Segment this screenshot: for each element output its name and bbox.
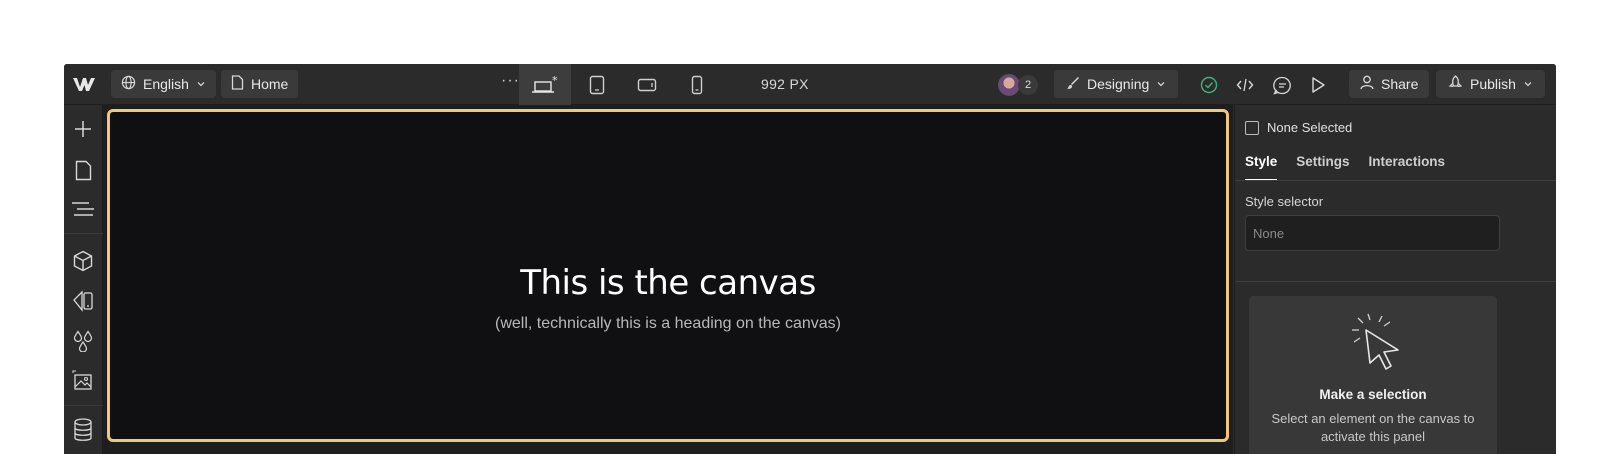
pages-icon[interactable]: [71, 158, 95, 182]
divider: [64, 233, 103, 234]
locale-dropdown[interactable]: English: [111, 70, 216, 98]
canvas-subheading[interactable]: (well, technically this is a heading on …: [495, 315, 841, 333]
style-manager-icon[interactable]: [71, 289, 95, 313]
locale-label: English: [143, 76, 189, 92]
top-bar: English Home ··· * 992 PX 2 Designing Sh…: [64, 64, 1556, 105]
style-selector-label: Style selector: [1245, 194, 1324, 209]
mode-label: Designing: [1087, 76, 1150, 92]
breakpoint-desktop-button[interactable]: *: [519, 64, 571, 105]
mode-dropdown[interactable]: Designing: [1054, 70, 1179, 98]
more-options-button[interactable]: ···: [501, 72, 520, 90]
check-circle-icon[interactable]: [1199, 75, 1219, 95]
collaborators[interactable]: 2: [998, 71, 1038, 99]
cms-database-icon[interactable]: [71, 418, 95, 442]
designer-app: English Home ··· * 992 PX 2 Designing Sh…: [64, 64, 1556, 454]
assets-image-icon[interactable]: [71, 369, 95, 393]
collaborator-count: 2: [1018, 75, 1038, 95]
divider: [64, 405, 103, 406]
style-selector-input[interactable]: None: [1245, 215, 1500, 251]
publish-button[interactable]: Publish: [1436, 70, 1545, 98]
globe-icon: [121, 75, 136, 93]
canvas-heading[interactable]: This is the canvas: [520, 263, 816, 303]
chevron-down-icon: [1156, 76, 1166, 92]
user-icon: [1360, 75, 1374, 93]
webflow-logo-icon[interactable]: [70, 73, 98, 95]
style-panel: None Selected Style Settings Interaction…: [1234, 105, 1556, 454]
tab-style[interactable]: Style: [1245, 154, 1278, 181]
preview-play-icon[interactable]: [1308, 75, 1328, 95]
breakpoint-width-readout: 992 PX: [761, 76, 809, 92]
page-icon: [231, 75, 244, 93]
cursor-click-icon: [1342, 296, 1404, 377]
share-button[interactable]: Share: [1349, 70, 1430, 98]
breakpoint-landscape-button[interactable]: [621, 64, 673, 105]
chevron-down-icon: [1523, 76, 1533, 92]
empty-selection-card: Make a selection Select an element on th…: [1249, 296, 1497, 454]
divider: [1235, 180, 1556, 181]
publish-label: Publish: [1470, 76, 1516, 92]
tab-interactions[interactable]: Interactions: [1369, 154, 1446, 181]
chevron-down-icon: [196, 76, 206, 92]
canvas-body[interactable]: This is the canvas (well, technically th…: [107, 109, 1229, 442]
navigator-icon[interactable]: [71, 197, 95, 221]
element-checkbox-icon: [1245, 120, 1259, 135]
breakpoint-tablet-button[interactable]: [571, 64, 623, 105]
selection-label: None Selected: [1267, 120, 1353, 135]
empty-state-title: Make a selection: [1319, 387, 1427, 402]
rocket-icon: [1448, 75, 1463, 93]
share-label: Share: [1381, 76, 1419, 92]
brush-icon: [1066, 76, 1080, 93]
variables-drops-icon[interactable]: [71, 329, 95, 353]
add-elements-icon[interactable]: [71, 117, 95, 141]
components-cube-icon[interactable]: [71, 249, 95, 273]
avatar: [998, 74, 1020, 96]
left-toolbar: [64, 105, 103, 454]
svg-text:*: *: [552, 75, 558, 87]
breakpoint-mobile-button[interactable]: [671, 64, 723, 105]
panel-tabs: Style Settings Interactions: [1245, 154, 1445, 181]
page-label: Home: [251, 76, 289, 92]
canvas-area: This is the canvas (well, technically th…: [103, 105, 1233, 454]
code-icon[interactable]: [1235, 75, 1255, 95]
empty-state-description: Select an element on the canvas to activ…: [1271, 411, 1475, 444]
selection-indicator: None Selected: [1245, 120, 1352, 135]
comment-icon[interactable]: [1272, 75, 1292, 95]
divider: [1235, 281, 1556, 282]
page-selector[interactable]: Home: [221, 70, 299, 98]
tab-settings[interactable]: Settings: [1296, 154, 1349, 181]
